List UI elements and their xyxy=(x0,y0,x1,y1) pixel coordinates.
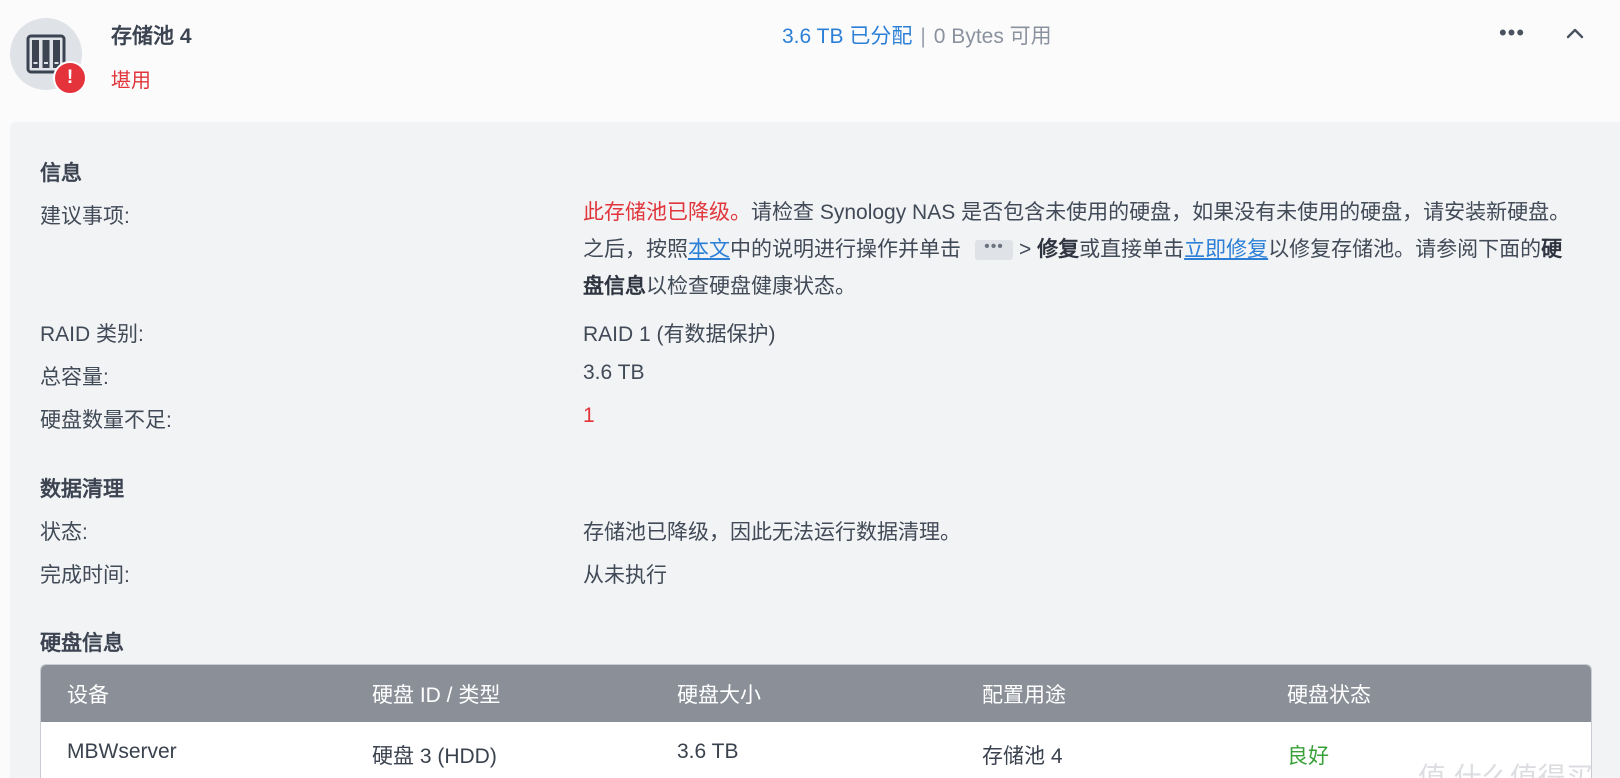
table-header: 设备 硬盘 ID / 类型 硬盘大小 配置用途 硬盘状态 xyxy=(41,665,1591,722)
missing-disks-value: 1 xyxy=(583,404,595,427)
scrub-status-value: 存储池已降级，因此无法运行数据清理。 xyxy=(583,521,961,544)
repair-now-link[interactable]: 立即修复 xyxy=(1184,238,1268,261)
disk-info-section-title: 硬盘信息 xyxy=(40,632,124,655)
article-link[interactable]: 本文 xyxy=(688,238,730,261)
repair-bold: 修复 xyxy=(1037,238,1080,261)
scrub-section-title: 数据清理 xyxy=(40,478,124,501)
advice-text-part: 以修复存储池。请参阅下面的 xyxy=(1268,238,1542,261)
disk-usage-cell: 存储池 4 xyxy=(982,745,1063,768)
raid-type-value: RAID 1 (有数据保护) xyxy=(583,323,776,346)
capacity-value: 3.6 TB xyxy=(583,361,645,384)
available-size: 0 Bytes 可用 xyxy=(933,25,1052,48)
column-header[interactable]: 硬盘 ID / 类型 xyxy=(372,679,500,709)
pool-status: 堪用 xyxy=(111,70,151,92)
scrub-status-label: 状态: xyxy=(40,521,88,544)
disk-table: 设备 硬盘 ID / 类型 硬盘大小 配置用途 硬盘状态 MBWserver 硬… xyxy=(40,664,1592,778)
warning-badge-icon: ! xyxy=(53,61,87,95)
disk-id-cell: 硬盘 3 (HDD) xyxy=(372,745,497,768)
capacity-label: 总容量: xyxy=(40,366,109,389)
column-header[interactable]: 配置用途 xyxy=(982,679,1066,709)
allocated-size: 3.6 TB 已分配 xyxy=(782,25,913,48)
advice-text: 此存储池已降级。请检查 Synology NAS 是否包含未使用的硬盘，如果没有… xyxy=(583,194,1583,305)
scrub-time-value: 从未执行 xyxy=(583,564,667,587)
disk-size-cell: 3.6 TB xyxy=(677,740,739,763)
chevron-up-icon xyxy=(1566,28,1584,39)
storage-pool-card: ! 存储池 4 堪用 3.6 TB 已分配 | 0 Bytes 可用 ••• 信息 … xyxy=(0,0,1620,778)
collapse-button[interactable] xyxy=(1560,18,1590,48)
column-header[interactable]: 硬盘状态 xyxy=(1287,679,1371,709)
degraded-warning: 此存储池已降级。 xyxy=(583,201,751,224)
info-section-title: 信息 xyxy=(40,162,82,185)
disk-status-cell: 良好 xyxy=(1287,745,1329,768)
pool-header[interactable]: ! 存储池 4 堪用 3.6 TB 已分配 | 0 Bytes 可用 ••• xyxy=(0,0,1620,112)
more-horizontal-icon: ••• xyxy=(1498,20,1526,45)
pool-title: 存储池 4 xyxy=(111,25,192,48)
pool-usage: 3.6 TB 已分配 | 0 Bytes 可用 xyxy=(782,20,1052,50)
table-row[interactable]: MBWserver 硬盘 3 (HDD) 3.6 TB 存储池 4 良好 xyxy=(41,722,1591,778)
watermark: 值 什么值得买 xyxy=(1418,762,1594,778)
column-header[interactable]: 硬盘大小 xyxy=(677,679,761,709)
scrub-time-label: 完成时间: xyxy=(40,564,130,587)
more-options-button[interactable]: ••• xyxy=(1494,18,1530,48)
advice-text-part: 中的说明进行操作并单击 xyxy=(730,238,961,261)
missing-disks-label: 硬盘数量不足: xyxy=(40,409,172,432)
advice-text-part: 或直接单击 xyxy=(1079,238,1185,261)
usage-separator: | xyxy=(920,25,926,48)
advice-text-part: > xyxy=(1019,238,1038,261)
raid-type-label: RAID 类别: xyxy=(40,323,144,346)
advice-label: 建议事项: xyxy=(40,205,130,228)
device-cell: MBWserver xyxy=(67,740,177,763)
column-header[interactable]: 设备 xyxy=(67,679,109,709)
advice-text-part: 以检查硬盘健康状态。 xyxy=(646,275,856,298)
inline-more-icon: ••• xyxy=(975,239,1013,261)
